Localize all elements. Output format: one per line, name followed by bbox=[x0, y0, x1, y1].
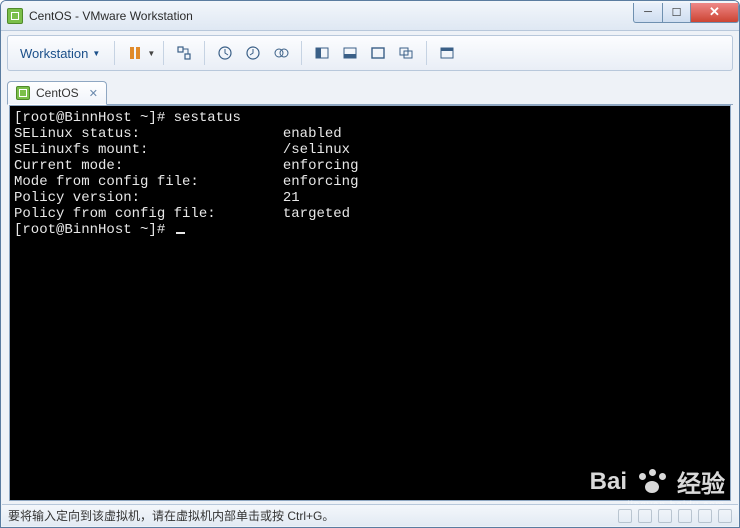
toolbar-separator bbox=[114, 41, 115, 65]
command-text: sestatus bbox=[174, 110, 241, 126]
output-value: enabled bbox=[283, 126, 342, 142]
output-label: SELinux status: bbox=[14, 126, 140, 142]
snapshot-button[interactable] bbox=[213, 41, 237, 65]
library-button[interactable] bbox=[435, 41, 459, 65]
send-cad-button[interactable] bbox=[172, 41, 196, 65]
minimize-button[interactable]: ─ bbox=[633, 3, 663, 23]
output-label: Current mode: bbox=[14, 158, 123, 174]
device-icon[interactable] bbox=[638, 509, 652, 523]
unity-button[interactable] bbox=[394, 41, 418, 65]
pause-vm-button[interactable] bbox=[123, 41, 147, 65]
device-icon[interactable] bbox=[678, 509, 692, 523]
device-icon[interactable] bbox=[658, 509, 672, 523]
output-line: SELinuxfs mount: /selinux bbox=[14, 142, 350, 158]
console-bottom-icon bbox=[342, 45, 358, 61]
toolbar-separator bbox=[301, 41, 302, 65]
revert-snapshot-button[interactable] bbox=[241, 41, 265, 65]
clock-back-icon bbox=[245, 45, 261, 61]
clock-icon bbox=[217, 45, 233, 61]
minimize-icon: ─ bbox=[644, 6, 652, 18]
output-label: Policy version: bbox=[14, 190, 140, 206]
device-icon[interactable] bbox=[618, 509, 632, 523]
fullscreen-button[interactable] bbox=[366, 41, 390, 65]
app-window: CentOS - VMware Workstation ─ ☐ ✕ Workst… bbox=[0, 0, 740, 528]
terminal[interactable]: [root@BinnHost ~]# sestatus SELinux stat… bbox=[9, 105, 731, 501]
output-value: /selinux bbox=[283, 142, 350, 158]
fullscreen-icon bbox=[370, 45, 386, 61]
titlebar: CentOS - VMware Workstation ─ ☐ ✕ bbox=[1, 1, 739, 31]
send-cad-icon bbox=[176, 45, 192, 61]
status-text: 要将输入定向到该虚拟机，请在虚拟机内部单击或按 Ctrl+G。 bbox=[8, 507, 334, 524]
toolbar-separator bbox=[163, 41, 164, 65]
toolbar-separator bbox=[426, 41, 427, 65]
toolbar-separator bbox=[204, 41, 205, 65]
console-left-icon bbox=[314, 45, 330, 61]
window-title: CentOS - VMware Workstation bbox=[29, 9, 633, 23]
close-button[interactable]: ✕ bbox=[691, 3, 739, 23]
device-icon[interactable] bbox=[718, 509, 732, 523]
vm-icon bbox=[16, 86, 30, 100]
cursor-icon bbox=[176, 232, 185, 234]
tab-label: CentOS bbox=[36, 86, 79, 100]
output-line: SELinux status: enabled bbox=[14, 126, 342, 142]
tab-centos[interactable]: CentOS ✕ bbox=[7, 81, 107, 105]
output-line: Mode from config file: enforcing bbox=[14, 174, 358, 190]
output-line: Current mode: enforcing bbox=[14, 158, 358, 174]
output-label: Policy from config file: bbox=[14, 206, 216, 222]
app-icon bbox=[7, 8, 23, 24]
window-controls: ─ ☐ ✕ bbox=[633, 3, 739, 23]
chevron-down-icon: ▼ bbox=[92, 49, 100, 58]
output-value: enforcing bbox=[283, 158, 359, 174]
prompt: [root@BinnHost ~]# bbox=[14, 222, 174, 238]
output-label: SELinuxfs mount: bbox=[14, 142, 148, 158]
workstation-menu[interactable]: Workstation ▼ bbox=[14, 43, 106, 64]
toolbar: Workstation ▼ ▼ bbox=[7, 35, 733, 71]
status-device-icons bbox=[618, 509, 732, 523]
output-value: enforcing bbox=[283, 174, 359, 190]
workstation-menu-label: Workstation bbox=[20, 46, 88, 61]
output-value: 21 bbox=[283, 190, 300, 206]
tab-close-icon[interactable]: ✕ bbox=[89, 87, 98, 100]
show-thumbnail-button[interactable] bbox=[338, 41, 362, 65]
device-icon[interactable] bbox=[698, 509, 712, 523]
show-console-button[interactable] bbox=[310, 41, 334, 65]
manage-snapshots-button[interactable] bbox=[269, 41, 293, 65]
statusbar: 要将输入定向到该虚拟机，请在虚拟机内部单击或按 Ctrl+G。 bbox=[2, 504, 738, 526]
output-line: Policy from config file: targeted bbox=[14, 206, 350, 222]
maximize-button[interactable]: ☐ bbox=[663, 3, 691, 23]
output-value: targeted bbox=[283, 206, 350, 222]
prompt: [root@BinnHost ~]# bbox=[14, 110, 174, 126]
maximize-icon: ☐ bbox=[672, 6, 682, 19]
close-icon: ✕ bbox=[709, 4, 720, 20]
pause-menu-chevron-icon[interactable]: ▼ bbox=[147, 49, 155, 58]
pause-icon bbox=[127, 45, 143, 61]
clock-manage-icon bbox=[273, 45, 289, 61]
library-icon bbox=[439, 45, 455, 61]
output-line: Policy version: 21 bbox=[14, 190, 300, 206]
output-label: Mode from config file: bbox=[14, 174, 199, 190]
unity-icon bbox=[398, 45, 414, 61]
tabstrip: CentOS ✕ bbox=[7, 77, 733, 105]
